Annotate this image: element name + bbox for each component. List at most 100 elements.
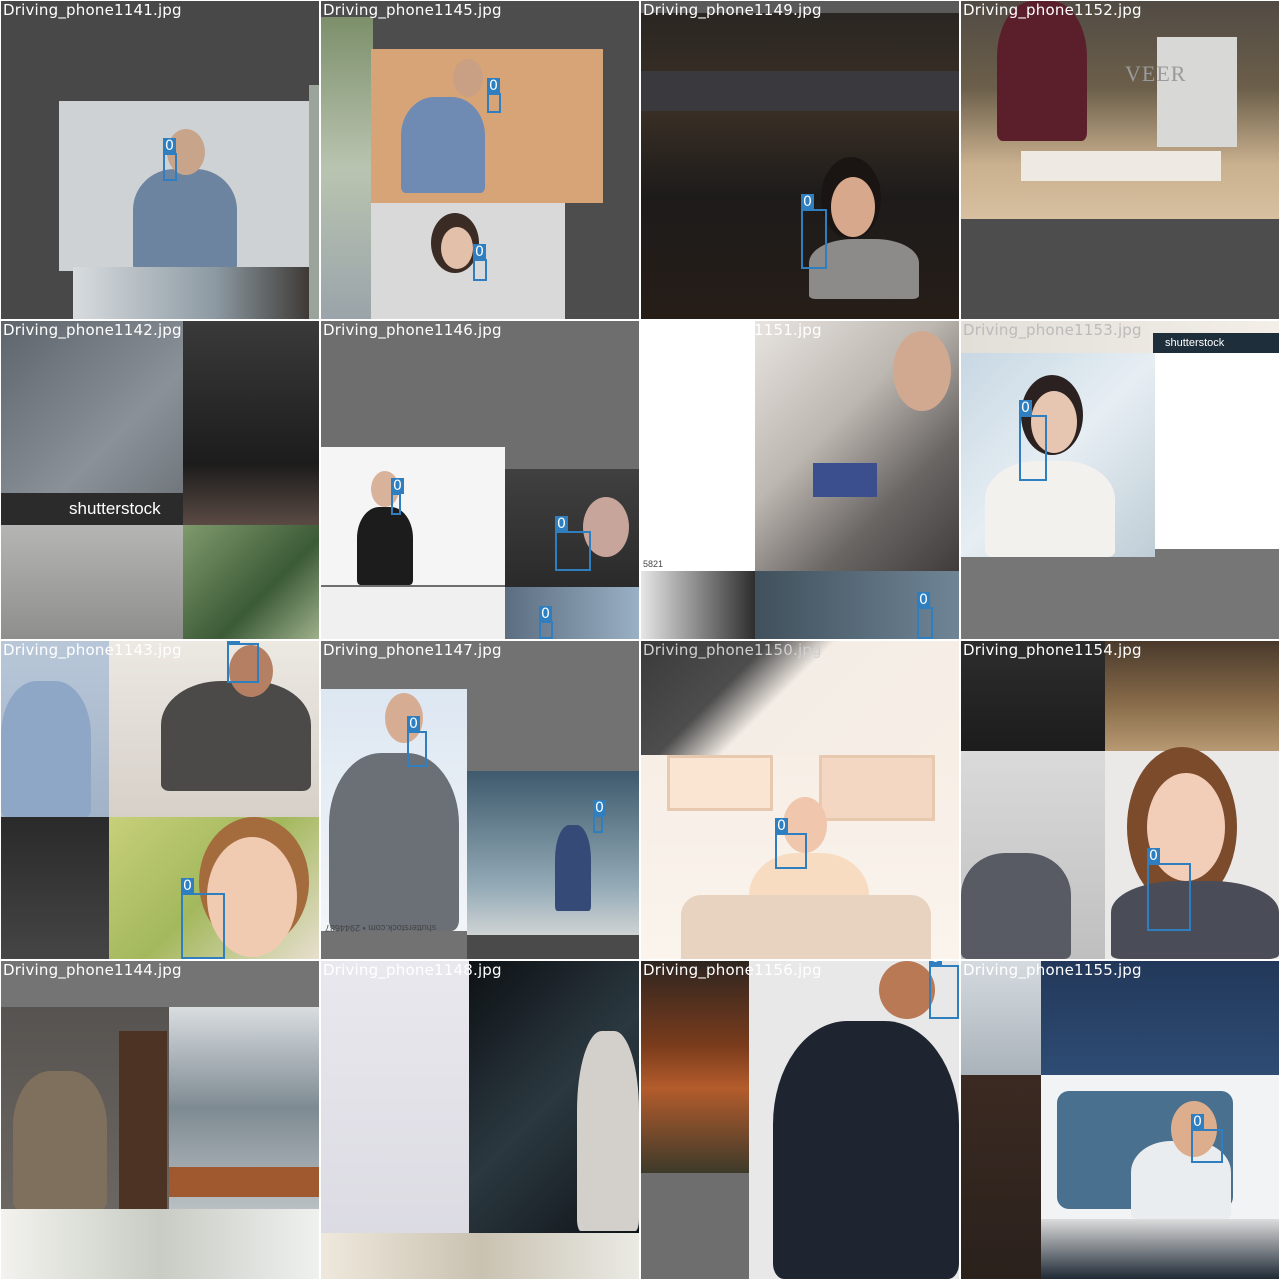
person-figure <box>577 1031 639 1231</box>
mosaic-tile[interactable]: 0 Driving_phone1149.jpg <box>639 0 961 321</box>
bounding-box[interactable]: 0 <box>487 78 501 113</box>
bbox-class-label: 0 <box>1019 400 1032 416</box>
person-figure <box>441 227 473 269</box>
photo <box>681 895 931 959</box>
image-filename: Driving_phone1156.jpg <box>643 961 822 979</box>
mosaic-tile[interactable]: Driving_phone1148.jpg <box>319 959 641 1280</box>
mosaic-tile[interactable]: 0 Driving_phone1156.jpg <box>639 959 961 1280</box>
image-filename: Driving_phone1153.jpg <box>963 321 1142 339</box>
bounding-box[interactable]: 0 <box>1019 400 1047 481</box>
photo <box>961 1075 1041 1279</box>
person-figure <box>879 961 935 1019</box>
photo <box>819 755 935 821</box>
image-filename: Driving_phone1143.jpg <box>3 641 182 659</box>
photo <box>183 321 319 525</box>
bbox-class-label: 0 <box>407 716 420 732</box>
person-figure <box>453 59 483 97</box>
mosaic-tile[interactable]: VEER Driving_phone1152.jpg <box>959 0 1280 321</box>
photo <box>73 267 309 319</box>
photo <box>467 771 639 935</box>
mosaic-tile[interactable]: shutterstock.com • 2944687 0 0 Driving_p… <box>319 639 641 961</box>
person-figure <box>133 169 237 271</box>
bounding-box[interactable]: 0 <box>539 606 553 639</box>
bbox-class-label: 0 <box>801 194 814 210</box>
image-filename: Driving_phone1144.jpg <box>3 961 182 979</box>
photo <box>321 587 505 639</box>
image-filename: Driving_phone1155.jpg <box>963 961 1142 979</box>
mosaic-tile[interactable]: 0 Driving_phone1154.jpg <box>959 639 1280 961</box>
bounding-box[interactable]: 0 <box>391 478 404 515</box>
image-filename: Driving_phone1146.jpg <box>323 321 502 339</box>
bounding-box[interactable]: 0 <box>407 716 427 767</box>
photo <box>1157 37 1237 147</box>
mosaic-tile[interactable]: 0 Driving_phone1141.jpg <box>0 0 321 321</box>
photo <box>169 1167 319 1197</box>
mosaic-tile[interactable]: shutterstock 0 Driving_phone1153.jpg <box>959 319 1280 641</box>
person-figure <box>1 681 91 817</box>
bounding-box[interactable]: 0 <box>473 244 487 281</box>
photo <box>321 17 373 319</box>
bounding-box[interactable]: 0 <box>555 516 591 571</box>
image-filename: Driving_phone1149.jpg <box>643 1 822 19</box>
mosaic-tile[interactable]: 0 Driving_phone1155.jpg <box>959 959 1280 1280</box>
image-filename: Driving_phone1151.jpg <box>643 321 822 339</box>
mosaic-grid: 0 Driving_phone1141.jpg 0 0 Driving_phon… <box>0 0 1280 1280</box>
bbox-class-label: 0 <box>163 138 176 154</box>
person-figure <box>893 331 951 411</box>
bounding-box[interactable]: 0 <box>775 818 807 869</box>
person-figure <box>1111 881 1279 959</box>
photo <box>467 935 639 959</box>
mosaic-tile[interactable]: 0 0 0 Driving_phone1146.jpg <box>319 319 641 641</box>
bbox-class-label: 0 <box>539 606 552 622</box>
photo <box>321 447 505 585</box>
bounding-box[interactable]: 0 <box>1191 1114 1223 1163</box>
image-filename: Driving_phone1142.jpg <box>3 321 182 339</box>
image-filename: Driving_phone1150.jpg <box>643 641 822 659</box>
mosaic-tile[interactable]: Driving_phone1144.jpg <box>0 959 321 1280</box>
watermark: shutterstock <box>1165 337 1225 349</box>
photo <box>641 571 755 639</box>
bbox-class-label: 0 <box>487 78 500 94</box>
bbox-class-label: 0 <box>555 516 568 532</box>
person-figure <box>555 825 591 911</box>
bounding-box[interactable]: 0 <box>227 641 259 683</box>
person-figure <box>961 853 1071 959</box>
person-figure <box>329 753 459 931</box>
bbox-class-label: 0 <box>775 818 788 834</box>
image-filename: Driving_phone1154.jpg <box>963 641 1142 659</box>
image-caption: shutterstock.com • 2944687 <box>325 923 437 933</box>
bbox-class-label: 0 <box>1191 1114 1204 1130</box>
mosaic-tile[interactable]: 0 0 Driving_phone1145.jpg <box>319 0 641 321</box>
person-figure <box>401 97 485 193</box>
image-filename: Driving_phone1147.jpg <box>323 641 502 659</box>
bbox-class-label: 0 <box>181 878 194 894</box>
person-figure <box>773 1021 959 1279</box>
image-filename: Driving_phone1145.jpg <box>323 1 502 19</box>
mosaic-tile[interactable]: 0 0 Driving_phone1143.jpg <box>0 639 321 961</box>
mosaic-tile[interactable]: shutterstock Driving_phone1142.jpg <box>0 319 321 641</box>
photo <box>321 1233 639 1279</box>
bounding-box[interactable]: 0 <box>163 138 177 181</box>
photo <box>667 755 773 811</box>
bbox-class-label: 0 <box>917 592 930 608</box>
person-figure <box>357 507 413 585</box>
photo <box>1041 1219 1279 1279</box>
person-figure <box>831 177 875 237</box>
bounding-box[interactable]: 0 <box>801 194 827 269</box>
mosaic-tile[interactable]: 0 Driving_phone1150.jpg <box>639 639 961 961</box>
photo <box>813 463 877 497</box>
photo <box>119 1031 167 1209</box>
image-filename: Driving_phone1141.jpg <box>3 1 182 19</box>
photo <box>641 71 959 111</box>
mosaic-tile[interactable]: 5821 0 Driving_phone1151.jpg <box>639 319 961 641</box>
bounding-box[interactable]: 0 <box>1147 848 1191 931</box>
bounding-box[interactable]: 0 <box>929 961 959 1019</box>
bounding-box[interactable]: 0 <box>181 878 225 959</box>
image-filename: Driving_phone1148.jpg <box>323 961 502 979</box>
bounding-box[interactable]: 0 <box>593 800 606 833</box>
bbox-class-label: 0 <box>1147 848 1160 864</box>
bbox-class-label: 0 <box>473 244 486 260</box>
photo <box>1 1209 319 1279</box>
bounding-box[interactable]: 0 <box>917 592 933 639</box>
photo <box>505 587 639 639</box>
